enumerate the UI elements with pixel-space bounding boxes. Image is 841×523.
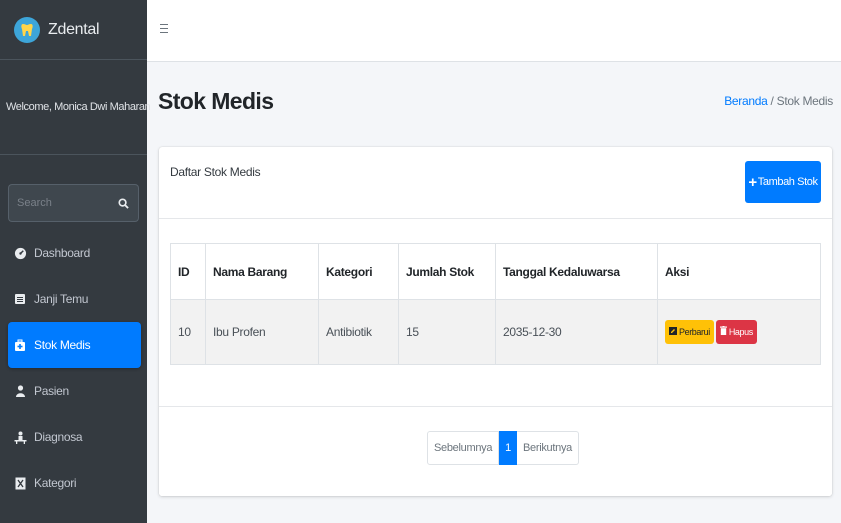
table-row: 10 Ibu Profen Antibiotik 15 2035-12-30 P… — [170, 299, 821, 365]
top-navbar — [147, 0, 841, 62]
breadcrumb-separator: / — [770, 94, 774, 108]
edit-label: Perbarui — [679, 327, 710, 338]
brand-name: Zdental — [48, 20, 100, 38]
edit-icon — [669, 327, 677, 337]
sidebar-item-label: Pasien — [34, 384, 69, 398]
sidebar-item-stok-medis[interactable]: Stok Medis — [8, 322, 141, 368]
pagination-page-1[interactable]: 1 — [499, 431, 517, 465]
search-input[interactable] — [8, 184, 109, 222]
column-header-kategori[interactable]: Kategori — [318, 243, 399, 300]
sidebar-item-kategori[interactable]: Kategori — [8, 460, 141, 506]
cell-id: 10 — [170, 299, 206, 365]
edit-button[interactable]: Perbarui — [665, 320, 714, 345]
breadcrumb-home-link[interactable]: Beranda — [724, 94, 768, 108]
user-icon — [13, 384, 27, 398]
welcome-text: Welcome, Monica Dwi Maharan — [6, 101, 151, 113]
cell-kategori: Antibiotik — [318, 299, 399, 365]
cell-tanggal-kedaluwarsa: 2035-12-30 — [495, 299, 658, 365]
delete-label: Hapus — [728, 326, 753, 337]
pagination-next[interactable]: Berikutnya — [516, 431, 579, 465]
plus-icon: + — [748, 173, 757, 191]
breadcrumb-current: Stok Medis — [776, 94, 834, 108]
sidebar-nav: Dashboard Janji Temu Stok Medis Pasien D… — [8, 230, 141, 506]
sidebar-item-janji-temu[interactable]: Janji Temu — [8, 276, 141, 322]
tooth-icon — [14, 16, 40, 43]
search-button[interactable] — [109, 184, 139, 222]
sidebar: Zdental Welcome, Monica Dwi Maharan Dash… — [0, 0, 151, 523]
calendar-icon — [13, 292, 27, 306]
sidebar-item-label: Diagnosa — [34, 430, 83, 444]
sidebar-item-label: Dashboard — [34, 246, 91, 260]
sidebar-item-label: Kategori — [34, 476, 77, 490]
brand[interactable]: Zdental — [0, 0, 147, 60]
stock-card: Daftar Stok Medis + Tambah Stok ID Nama … — [159, 147, 832, 496]
table-header-row: ID Nama Barang Kategori Jumlah Stok Tang… — [170, 243, 821, 300]
column-header-jumlah-stok[interactable]: Jumlah Stok — [398, 243, 496, 300]
add-stock-label: Tambah Stok — [757, 176, 818, 188]
sidebar-search — [8, 184, 139, 222]
menu-toggle-icon[interactable] — [160, 24, 168, 34]
sidebar-item-dashboard[interactable]: Dashboard — [8, 230, 141, 276]
page-title: Stok Medis — [158, 88, 274, 114]
card-title: Daftar Stok Medis — [170, 165, 261, 179]
search-icon — [118, 197, 129, 209]
stock-table: ID Nama Barang Kategori Jumlah Stok Tang… — [170, 243, 821, 365]
card-header: Daftar Stok Medis + Tambah Stok — [159, 147, 832, 219]
sidebar-item-pasien[interactable]: Pasien — [8, 368, 141, 414]
dashboard-icon — [13, 246, 27, 260]
column-header-tanggal-kedaluwarsa[interactable]: Tanggal Kedaluwarsa — [495, 243, 658, 300]
cell-aksi: Perbarui Hapus — [657, 299, 821, 365]
medkit-icon — [13, 338, 27, 352]
sidebar-item-label: Janji Temu — [34, 292, 89, 306]
pagination: Sebelumnya 1 Berikutnya — [427, 431, 579, 465]
user-panel[interactable]: Welcome, Monica Dwi Maharan — [0, 60, 151, 155]
sidebar-item-label: Stok Medis — [34, 338, 91, 352]
delete-button[interactable]: Hapus — [715, 319, 757, 344]
trash-icon — [719, 326, 727, 337]
category-icon — [13, 476, 27, 490]
sidebar-item-diagnosa[interactable]: Diagnosa — [8, 414, 141, 460]
diagnosis-icon — [13, 430, 27, 444]
card-footer: Sebelumnya 1 Berikutnya — [159, 406, 832, 496]
add-stock-button[interactable]: + Tambah Stok — [745, 161, 821, 203]
column-header-id[interactable]: ID — [170, 243, 206, 300]
cell-jumlah-stok: 15 — [398, 299, 496, 365]
breadcrumb: Beranda / Stok Medis — [724, 94, 833, 108]
column-header-nama-barang[interactable]: Nama Barang — [205, 243, 319, 300]
column-header-aksi: Aksi — [657, 243, 821, 300]
pagination-prev[interactable]: Sebelumnya — [427, 431, 500, 465]
cell-nama-barang: Ibu Profen — [205, 299, 319, 365]
